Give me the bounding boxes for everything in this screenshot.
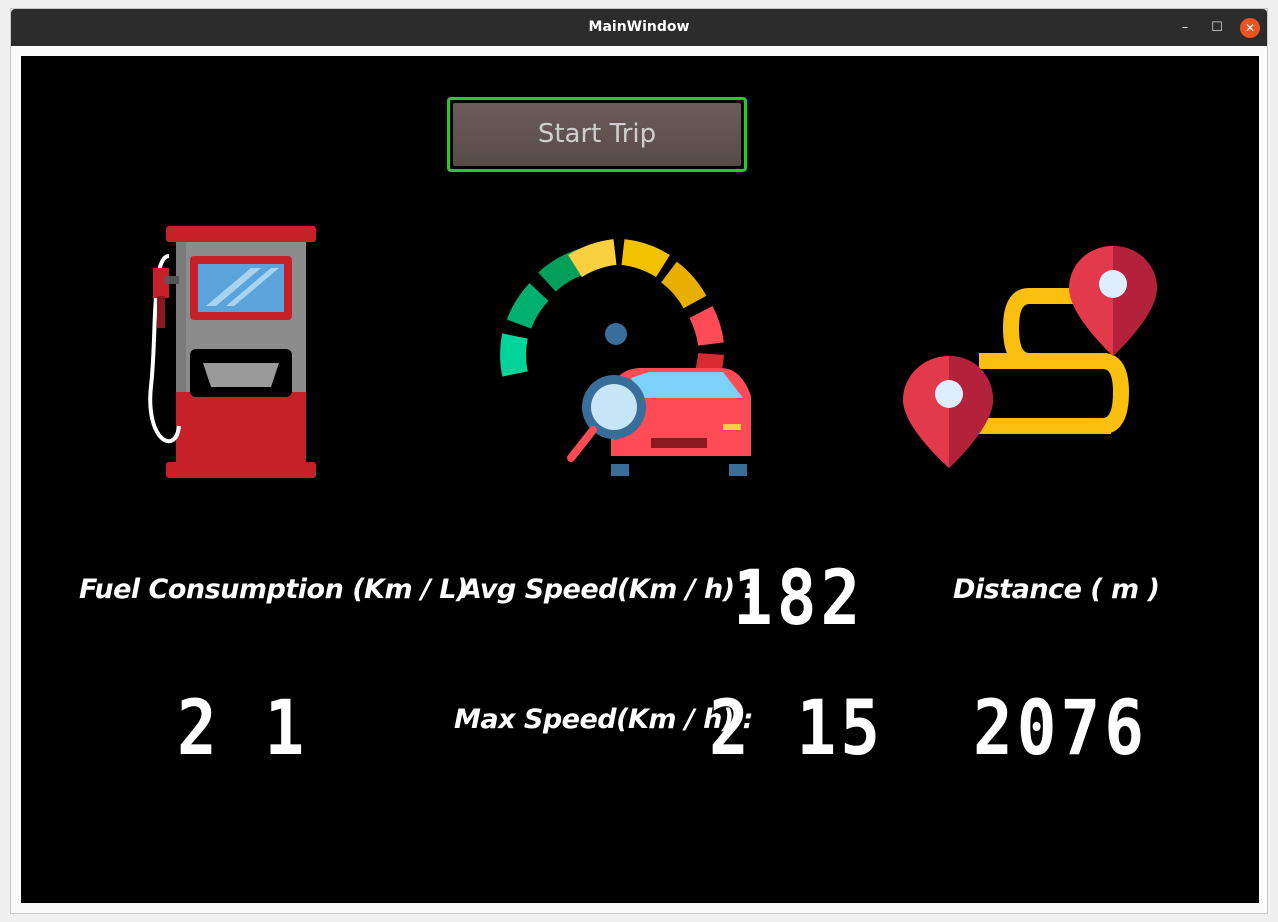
avg-speed-value: 182 xyxy=(733,554,865,643)
main-window: MainWindow – ☐ ✕ Start Trip Fuel Consump… xyxy=(10,8,1268,914)
fuel-consumption-value: 2 1 xyxy=(177,684,309,773)
fuel-pump-icon xyxy=(148,226,316,478)
avg-speed-label: Avg Speed(Km / h) : xyxy=(461,574,754,605)
max-speed-value: 2 15 xyxy=(709,684,884,773)
minimize-button[interactable]: – xyxy=(1175,18,1195,38)
distance-value: 2076 xyxy=(973,684,1148,773)
dashboard-panel: Start Trip Fuel Consumption (Km / L) Avg… xyxy=(21,56,1259,903)
fuel-consumption-label: Fuel Consumption (Km / L) xyxy=(79,574,468,605)
distance-label: Distance ( m ) xyxy=(953,574,1160,605)
start-trip-label: Start Trip xyxy=(453,103,741,166)
maximize-button[interactable]: ☐ xyxy=(1207,18,1227,38)
title-bar[interactable]: MainWindow – ☐ ✕ xyxy=(11,9,1267,46)
route-distance-icon xyxy=(903,246,1157,468)
speedometer-car-icon xyxy=(500,239,751,476)
start-trip-button[interactable]: Start Trip xyxy=(447,97,747,172)
window-title: MainWindow xyxy=(588,19,690,35)
close-button[interactable]: ✕ xyxy=(1240,18,1260,38)
